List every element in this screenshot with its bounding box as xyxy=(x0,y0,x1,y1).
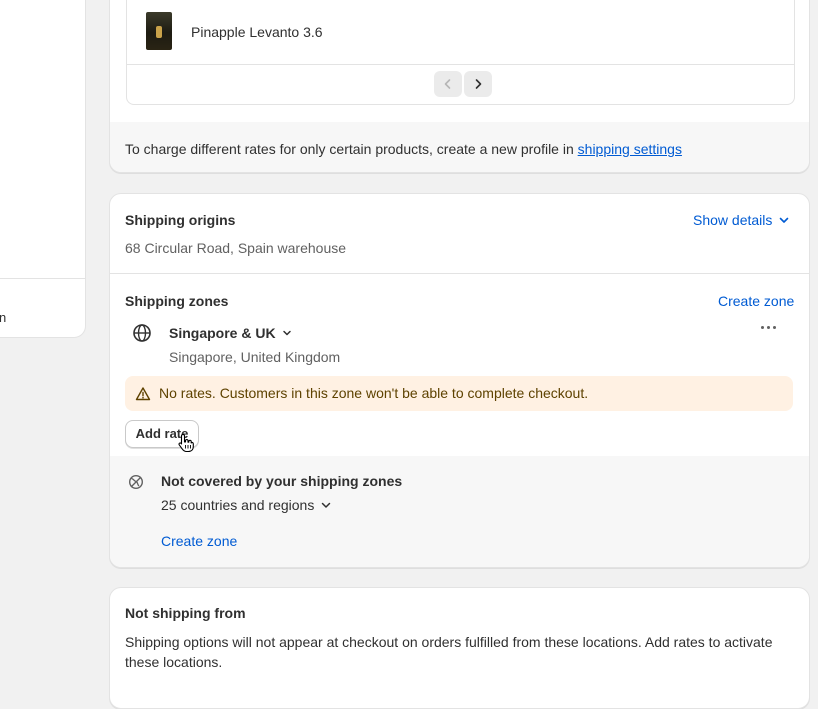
left-panel-divider xyxy=(0,278,85,279)
shipping-card: Shipping origins 68 Circular Road, Spain… xyxy=(109,193,810,568)
create-zone-link[interactable]: Create zone xyxy=(718,293,794,309)
pager-divider xyxy=(127,64,794,65)
product-thumbnail xyxy=(146,12,172,50)
card-footer: To charge different rates for only certa… xyxy=(110,122,809,172)
chevron-right-icon xyxy=(475,79,482,89)
footer-text: To charge different rates for only certa… xyxy=(125,141,578,157)
warning-icon xyxy=(135,387,151,401)
warning-text: No rates. Customers in this zone won't b… xyxy=(159,385,589,401)
not-shipping-title: Not shipping from xyxy=(125,605,246,621)
show-details-label: Show details xyxy=(693,212,773,228)
prev-page-button[interactable] xyxy=(434,71,462,97)
globe-off-icon xyxy=(128,474,144,490)
products-card: Pinapple Levanto 3.6 To charge different… xyxy=(109,0,810,173)
uncovered-title: Not covered by your shipping zones xyxy=(161,473,403,489)
shipping-settings-link[interactable]: shipping settings xyxy=(578,141,682,157)
zone-name-dropdown[interactable]: Singapore & UK xyxy=(169,325,293,341)
no-rates-warning: No rates. Customers in this zone won't b… xyxy=(125,376,793,411)
show-details-button[interactable]: Show details xyxy=(693,212,790,228)
shipping-origin-address: 68 Circular Road, Spain warehouse xyxy=(125,240,347,256)
uncovered-regions-section: Not covered by your shipping zones 25 co… xyxy=(110,456,809,567)
section-divider xyxy=(110,273,809,274)
product-name: Pinapple Levanto 3.6 xyxy=(191,24,323,40)
hand-cursor-icon xyxy=(178,433,194,453)
chevron-down-icon xyxy=(322,502,331,508)
more-actions-button[interactable] xyxy=(758,320,778,334)
globe-icon xyxy=(133,324,151,342)
uncovered-countries-dropdown[interactable]: 25 countries and regions xyxy=(161,497,332,513)
chevron-down-icon xyxy=(780,217,789,223)
pagination xyxy=(434,71,492,97)
shipping-zones-title: Shipping zones xyxy=(125,293,229,309)
chevron-left-icon xyxy=(444,79,451,89)
product-list: Pinapple Levanto 3.6 xyxy=(126,0,795,105)
left-panel-clipped-text: n xyxy=(0,310,7,325)
not-shipping-text: Shipping options will not appear at chec… xyxy=(125,634,773,670)
uncovered-count: 25 countries and regions xyxy=(161,497,315,513)
more-horizontal-icon xyxy=(760,325,776,329)
next-page-button[interactable] xyxy=(464,71,492,97)
not-shipping-card: Not shipping from Shipping options will … xyxy=(109,587,810,709)
chevron-down-icon xyxy=(282,330,291,336)
zone-name: Singapore & UK xyxy=(169,325,276,341)
create-zone-link[interactable]: Create zone xyxy=(161,533,237,549)
footer-note: To charge different rates for only certa… xyxy=(125,141,682,157)
zone-countries: Singapore, United Kingdom xyxy=(169,349,341,365)
left-panel: n xyxy=(0,0,86,338)
shipping-origins-title: Shipping origins xyxy=(125,212,236,228)
